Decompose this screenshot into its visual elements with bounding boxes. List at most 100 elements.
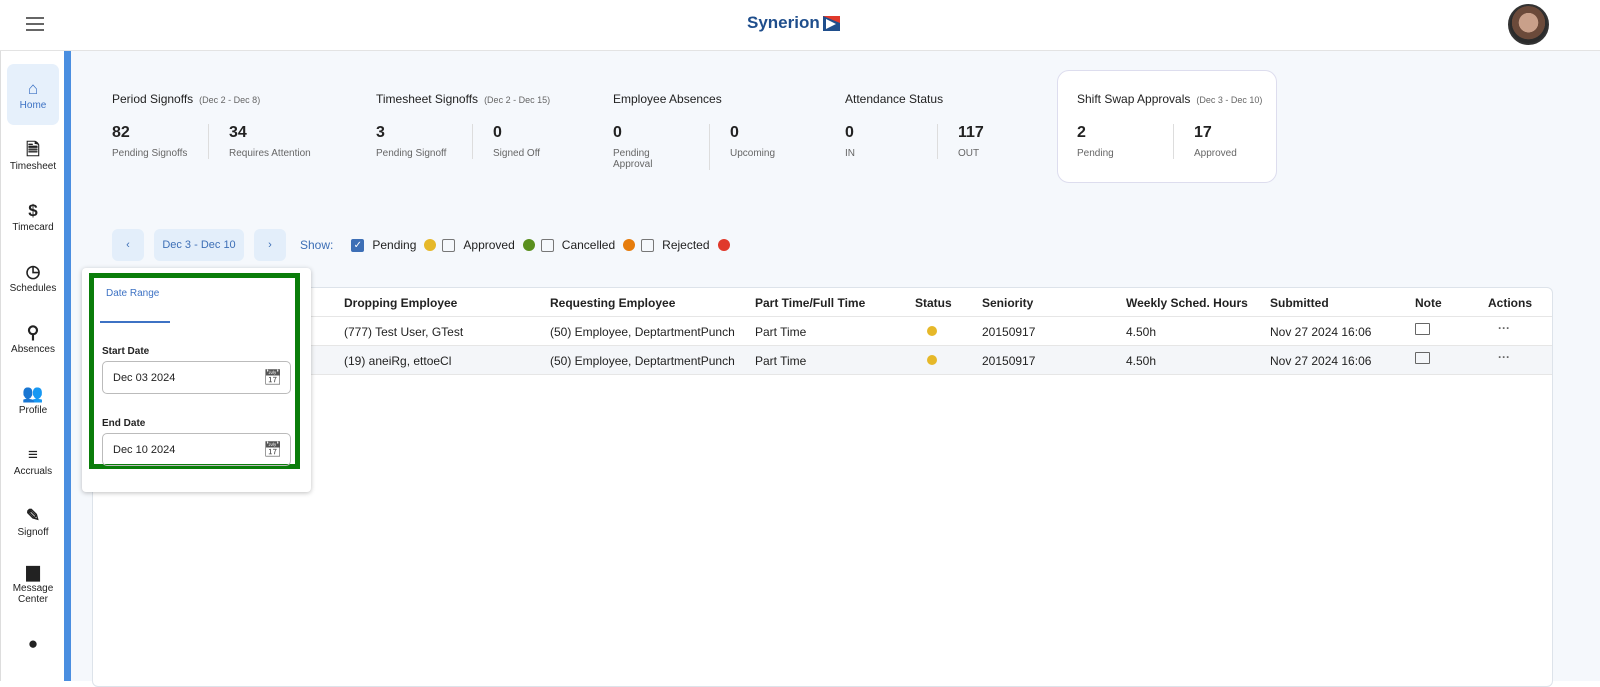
more-actions-icon[interactable]: ···	[1498, 350, 1510, 364]
stat-group[interactable]: Shift Swap Approvals (Dec 3 - Dec 10) 2 Pe…	[1077, 92, 1262, 159]
stat-range: (Dec 3 - Dec 10)	[1196, 95, 1263, 105]
dollar-icon: $	[28, 201, 38, 220]
checkbox[interactable]	[442, 238, 456, 252]
accruals-icon: ≡	[28, 445, 38, 464]
stat-value: 17	[1194, 124, 1212, 141]
table-cell: (19) aneiRg, ettoeCl	[344, 354, 452, 368]
person-remove-icon: ⚲	[26, 323, 40, 342]
checkbox[interactable]: ✓	[351, 238, 365, 252]
table-row[interactable]: (19) aneiRg, ettoeCl (50) Employee, Depta…	[93, 346, 1552, 375]
next-range-button[interactable]: ›	[254, 229, 286, 261]
sidebar-item-schedules[interactable]: ◷ Schedules	[7, 247, 59, 308]
column-header[interactable]: Seniority	[982, 296, 1033, 310]
sidebar-item-label: Timecard	[12, 222, 54, 233]
logo-mark-icon	[822, 15, 840, 31]
stat-group[interactable]: Attendance Status 0 IN 117 OUT	[845, 92, 1004, 159]
checkbox[interactable]	[641, 238, 655, 252]
people-icon: 👥	[22, 384, 44, 403]
sidebar-item-label: Message Center	[12, 582, 54, 605]
stat-range: (Dec 2 - Dec 15)	[484, 95, 551, 105]
stat-range: (Dec 2 - Dec 8)	[199, 95, 261, 105]
table-cell: Nov 27 2024 16:06	[1270, 354, 1372, 368]
column-header[interactable]: Actions	[1488, 296, 1532, 310]
stat-label: Pending Signoff	[376, 148, 447, 159]
stat-title: Period Signoffs (Dec 2 - Dec 8)	[112, 92, 261, 106]
sidebar-accent-bar	[64, 51, 71, 681]
stat-title: Employee Absences	[613, 92, 722, 106]
table-cell: 4.50h	[1126, 325, 1157, 339]
user-avatar[interactable]	[1508, 4, 1549, 45]
status-color-dot	[717, 239, 730, 251]
stat-group[interactable]: Employee Absences 0 Pending Approval 0 Upc…	[613, 92, 795, 170]
sidebar-item-label: Signoff	[17, 527, 49, 538]
stat-value: 0	[493, 124, 502, 141]
clock-icon: ◷	[25, 262, 41, 281]
prev-range-button[interactable]: ‹	[112, 229, 144, 261]
note-icon[interactable]	[1415, 352, 1430, 364]
start-date-label: Start Date	[102, 346, 150, 357]
stat-group[interactable]: Period Signoffs (Dec 2 - Dec 8) 82 Pending…	[112, 92, 331, 159]
synerion-logo: Synerion	[747, 13, 840, 33]
more-actions-icon[interactable]: ···	[1498, 321, 1510, 335]
stat-value: 3	[376, 124, 385, 141]
date-range-button[interactable]: Dec 3 - Dec 10	[154, 229, 244, 261]
stat-label: Approved	[1194, 148, 1237, 159]
calendar-icon[interactable]: 📅︎	[263, 440, 282, 458]
chat-icon: ▆	[26, 561, 40, 581]
start-date-input[interactable]: Dec 03 2024 📅︎	[102, 361, 291, 394]
column-header[interactable]: Weekly Sched. Hours	[1126, 296, 1248, 310]
stat-value: 0	[730, 124, 739, 141]
top-header: Synerion	[0, 0, 1600, 51]
menu-icon[interactable]	[26, 17, 44, 31]
sidebar-item-message-center[interactable]: ▆ Message Center	[7, 552, 59, 613]
column-header[interactable]: Dropping Employee	[344, 296, 457, 310]
stat-label: Requires Attention	[229, 148, 311, 159]
tab-date-range[interactable]: Date Range	[100, 288, 170, 323]
table-cell: 20150917	[982, 354, 1036, 368]
sidebar-item-user[interactable]: ●	[7, 613, 59, 674]
sidebar-item-label: Absences	[11, 344, 55, 355]
calendar-icon[interactable]: 📅︎	[263, 368, 282, 386]
filter-pending[interactable]: ✓ Pending	[351, 238, 437, 252]
sidebar-item-label: Timesheet	[9, 161, 57, 172]
stat-value: 82	[112, 124, 130, 141]
sidebar-item-home[interactable]: ⌂ Home	[7, 64, 59, 125]
table-header: Dropping Employee Requesting Employee Part…	[93, 288, 1552, 317]
stat-label: OUT	[958, 148, 980, 159]
show-label: Show:	[300, 238, 334, 252]
document-icon: 🗎	[26, 140, 40, 159]
filter-cancelled[interactable]: Cancelled	[540, 238, 636, 252]
sidebar-item-profile[interactable]: 👥 Profile	[7, 369, 59, 430]
sidebar-item-accruals[interactable]: ≡ Accruals	[7, 430, 59, 491]
sidebar-item-timesheet[interactable]: 🗎 Timesheet	[7, 125, 59, 186]
stat-label: Upcoming	[730, 148, 776, 159]
table-cell: Part Time	[755, 354, 807, 368]
column-header[interactable]: Submitted	[1270, 296, 1329, 310]
status-dot	[927, 355, 937, 365]
column-header[interactable]: Note	[1415, 296, 1442, 310]
table-cell: (50) Employee, DeptartmentPunch	[550, 325, 735, 339]
sidebar-item-label: Home	[19, 100, 47, 111]
signoff-icon: ✎	[25, 506, 41, 525]
stat-value: 0	[613, 124, 622, 141]
table-row[interactable]: (777) Test User, GTest (50) Employee, Dep…	[93, 317, 1552, 346]
sidebar-item-timecard[interactable]: $ Timecard	[7, 186, 59, 247]
filter-rejected[interactable]: Rejected	[641, 238, 730, 252]
filter-approved[interactable]: Approved	[442, 238, 535, 252]
sidebar-item-absences[interactable]: ⚲ Absences	[7, 308, 59, 369]
stat-group[interactable]: Timesheet Signoffs (Dec 2 - Dec 15) 3 Pend…	[376, 92, 560, 159]
end-date-input[interactable]: Dec 10 2024 📅︎	[102, 433, 291, 466]
table-cell: 4.50h	[1126, 354, 1157, 368]
column-header[interactable]: Requesting Employee	[550, 296, 675, 310]
status-dot	[927, 326, 937, 336]
stat-label: Pending	[1077, 148, 1114, 159]
filter-bar: ‹ Dec 3 - Dec 10 › Show: ✓ Pending Approve…	[112, 229, 736, 261]
stat-value: 117	[958, 124, 984, 141]
checkbox[interactable]	[540, 238, 554, 252]
table-cell: Part Time	[755, 325, 807, 339]
note-icon[interactable]	[1415, 323, 1430, 335]
column-header[interactable]: Part Time/Full Time	[755, 296, 865, 310]
column-header[interactable]: Status	[915, 296, 952, 310]
sidebar-item-signoff[interactable]: ✎ Signoff	[7, 491, 59, 552]
table-cell: Nov 27 2024 16:06	[1270, 325, 1372, 339]
